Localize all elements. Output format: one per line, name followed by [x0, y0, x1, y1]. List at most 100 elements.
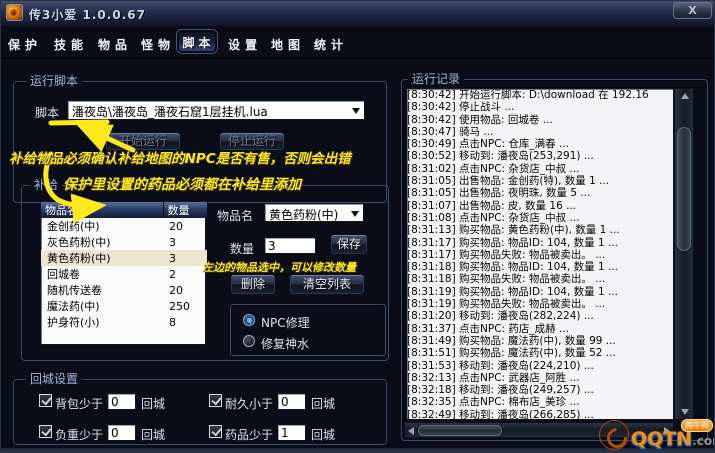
supply-table[interactable]: 物品名 数量 金创药(中)20灰色药粉(中)3黄色药粉(中)3回城卷2随机传送卷…: [40, 201, 206, 345]
scroll-left-icon[interactable]: [408, 427, 414, 435]
run-log-legend: 运行记录: [408, 72, 464, 87]
radio-npc-repair[interactable]: [243, 314, 255, 326]
durability-label: 耐久小于: [225, 395, 273, 412]
scroll-up-icon[interactable]: [681, 93, 689, 99]
qqtn-logo-icon: [599, 420, 629, 450]
quantity-label: 数量: [230, 240, 254, 257]
tab-items[interactable]: 物品: [98, 36, 130, 53]
save-button[interactable]: 保存: [330, 234, 368, 255]
tab-settings[interactable]: 设置: [228, 36, 260, 53]
log-line: [8:31:20] 移动到: 潘夜岛(282,224) ...: [407, 310, 673, 322]
supply-table-row[interactable]: 魔法药(中)250: [41, 298, 207, 314]
quantity-input[interactable]: [264, 237, 316, 254]
log-line: [8:31:13] 购买物品: 黄色药粉(中), 数量 1 ...: [407, 224, 673, 236]
tab-skills[interactable]: 技能: [54, 36, 86, 53]
log-line: [8:30:49] 点击NPC: 仓库_满春 ...: [407, 138, 673, 150]
log-line: [8:30:47] 骑马 ...: [407, 126, 673, 138]
supply-table-row[interactable]: 灰色药粉(中)3: [41, 234, 207, 250]
log-line: [8:30:42] 开始运行脚本: D:\download 在 192.16: [407, 89, 673, 101]
annotation-npc-warning: 补给物品必须确认补给地图的NPC是否有售，否则会出错: [9, 147, 351, 167]
weight-label: 负重少于: [55, 426, 103, 443]
log-vertical-scrollbar[interactable]: [674, 88, 694, 420]
radio-holy-water[interactable]: [243, 335, 255, 347]
potion-suffix: 回城: [311, 426, 335, 443]
supply-table-body: 金创药(中)20灰色药粉(中)3黄色药粉(中)3回城卷2随机传送卷20魔法药(中…: [41, 218, 207, 330]
log-line: [8:31:05] 出售物品: 夜明珠, 数量 5 ...: [407, 187, 673, 199]
log-line: [8:31:19] 购买物品失败: 物品被卖出。 ...: [407, 298, 673, 310]
supply-legend: 补给: [30, 178, 62, 193]
tab-protect[interactable]: 保护: [8, 36, 40, 53]
script-label: 脚本: [35, 104, 59, 121]
supply-table-row[interactable]: 回城卷2: [41, 266, 207, 282]
tab-bar: 保护 技能 物品 怪物 脚本 设置 地图 统计: [1, 26, 715, 59]
horizontal-scroll-thumb[interactable]: [418, 425, 502, 436]
durability-threshold-input[interactable]: [277, 393, 306, 410]
supply-table-row[interactable]: 护身符(小)8: [41, 314, 207, 330]
col-quantity[interactable]: 数量: [163, 202, 207, 218]
item-name-combobox[interactable]: 黄色药粉(中): [264, 203, 364, 222]
bag-threshold-input[interactable]: [107, 393, 136, 410]
script-combobox-value: 潘夜岛\潘夜岛_潘夜石窟1层挂机.lua: [72, 103, 346, 120]
qqtn-suffix: .com: [692, 434, 715, 448]
tab-map[interactable]: 地图: [271, 36, 303, 53]
recall-settings-group: 回城设置 背包少于 回城 耐久小于 回城 负重少于 回城 药品少于 回城: [13, 379, 387, 445]
chevron-down-icon: [351, 211, 359, 217]
log-line: [8:32:18] 移动到: 潘夜岛(249,257) ...: [407, 384, 673, 396]
scroll-down-icon[interactable]: [681, 409, 689, 415]
log-line: [8:31:08] 点击NPC: 杂货店_中叔 ...: [407, 212, 673, 224]
log-line: [8:31:37] 点击NPC: 药店_成赫 ...: [407, 323, 673, 335]
close-button[interactable]: X: [673, 2, 712, 19]
weight-checkbox[interactable]: [39, 425, 52, 438]
log-line: [8:31:05] 出售物品: 金创药(特), 数量 1 ...: [407, 175, 673, 187]
repair-options-box: NPC修理 修复神水: [230, 304, 386, 356]
log-line: [8:31:17] 购买物品: 物品ID: 104, 数量 1 ...: [407, 237, 673, 249]
tab-stats[interactable]: 统计: [314, 36, 346, 53]
tab-script[interactable]: 脚本: [177, 30, 217, 53]
bag-checkbox[interactable]: [39, 394, 52, 407]
radio-holy-water-label: 修复神水: [261, 335, 309, 352]
tab-monsters[interactable]: 怪物: [141, 36, 173, 53]
item-name-label: 物品名: [217, 207, 253, 224]
chevron-down-icon: [352, 108, 360, 114]
log-line: [8:31:51] 购买物品: 魔法药(中), 数量 52 ...: [407, 347, 673, 359]
log-line: [8:30:42] 停止战斗 ...: [407, 101, 673, 113]
supply-table-row[interactable]: 黄色药粉(中)3: [41, 250, 207, 266]
log-line: [8:32:13] 点击NPC: 武器店_阿胜 ...: [407, 372, 673, 384]
log-line: [8:31:17] 购买物品失败: 物品被卖出。 ...: [407, 249, 673, 261]
item-name-combobox-value: 黄色药粉(中): [269, 206, 349, 223]
potion-checkbox[interactable]: [209, 425, 222, 438]
qqtn-watermark: QQTN.com 腾牛网: [593, 418, 715, 453]
log-line: [8:31:18] 购买物品失败: 物品被卖出。 ...: [407, 273, 673, 285]
potion-threshold-input[interactable]: [277, 424, 306, 441]
bag-suffix: 回城: [141, 395, 165, 412]
supply-table-row[interactable]: 金创药(中)20: [41, 218, 207, 234]
log-line: [8:31:02] 点击NPC: 杂货店_中叔 ...: [407, 163, 673, 175]
supply-group: 补给 物品名 数量 金创药(中)20灰色药粉(中)3黄色药粉(中)3回城卷2随机…: [21, 185, 389, 361]
log-line: [8:31:53] 移动到: 潘夜岛(224,210) ...: [407, 360, 673, 372]
radio-npc-repair-label: NPC修理: [261, 314, 310, 331]
vertical-scroll-thumb[interactable]: [677, 127, 691, 251]
log-line: [8:31:49] 购买物品: 魔法药(中), 数量 99 ...: [407, 335, 673, 347]
clear-list-button[interactable]: 清空列表: [289, 274, 365, 295]
run-log-group: 运行记录 [8:30:42] 开始运行脚本: D:\download 在 192…: [401, 79, 708, 441]
annotation-supply-hint: 保护里设置的药品必须都在补给里添加: [63, 174, 301, 194]
log-line: [8:30:52] 移动到: 潘夜岛(253,291) ...: [407, 150, 673, 162]
log-list[interactable]: [8:30:42] 开始运行脚本: D:\download 在 192.16[8…: [406, 88, 674, 420]
window-title: 传3小爱 1.0.0.67: [29, 6, 146, 23]
log-line: [8:32:35] 点击NPC: 棉布店_美珍 ...: [407, 396, 673, 408]
col-item-name[interactable]: 物品名: [41, 202, 163, 218]
delete-button[interactable]: 删除: [230, 274, 276, 295]
app-logo-icon: [6, 4, 23, 21]
weight-suffix: 回城: [141, 426, 165, 443]
potion-label: 药品少于: [225, 426, 273, 443]
weight-threshold-input[interactable]: [107, 424, 136, 441]
log-line: [8:31:19] 购买物品: 物品ID: 104, 数量 1 ...: [407, 286, 673, 298]
supply-table-row[interactable]: 随机传送卷20: [41, 282, 207, 298]
supply-table-header[interactable]: 物品名 数量: [41, 202, 207, 218]
log-line: [8:31:07] 出售物品: 皮, 数量 16 ...: [407, 200, 673, 212]
durability-checkbox[interactable]: [209, 394, 222, 407]
script-combobox[interactable]: 潘夜岛\潘夜岛_潘夜石窟1层挂机.lua: [67, 100, 365, 120]
bag-label: 背包少于: [55, 395, 103, 412]
recall-legend: 回城设置: [26, 372, 82, 387]
app-window: 传3小爱 1.0.0.67 X 保护 技能 物品 怪物 脚本 设置 地图 统计 …: [0, 0, 715, 453]
